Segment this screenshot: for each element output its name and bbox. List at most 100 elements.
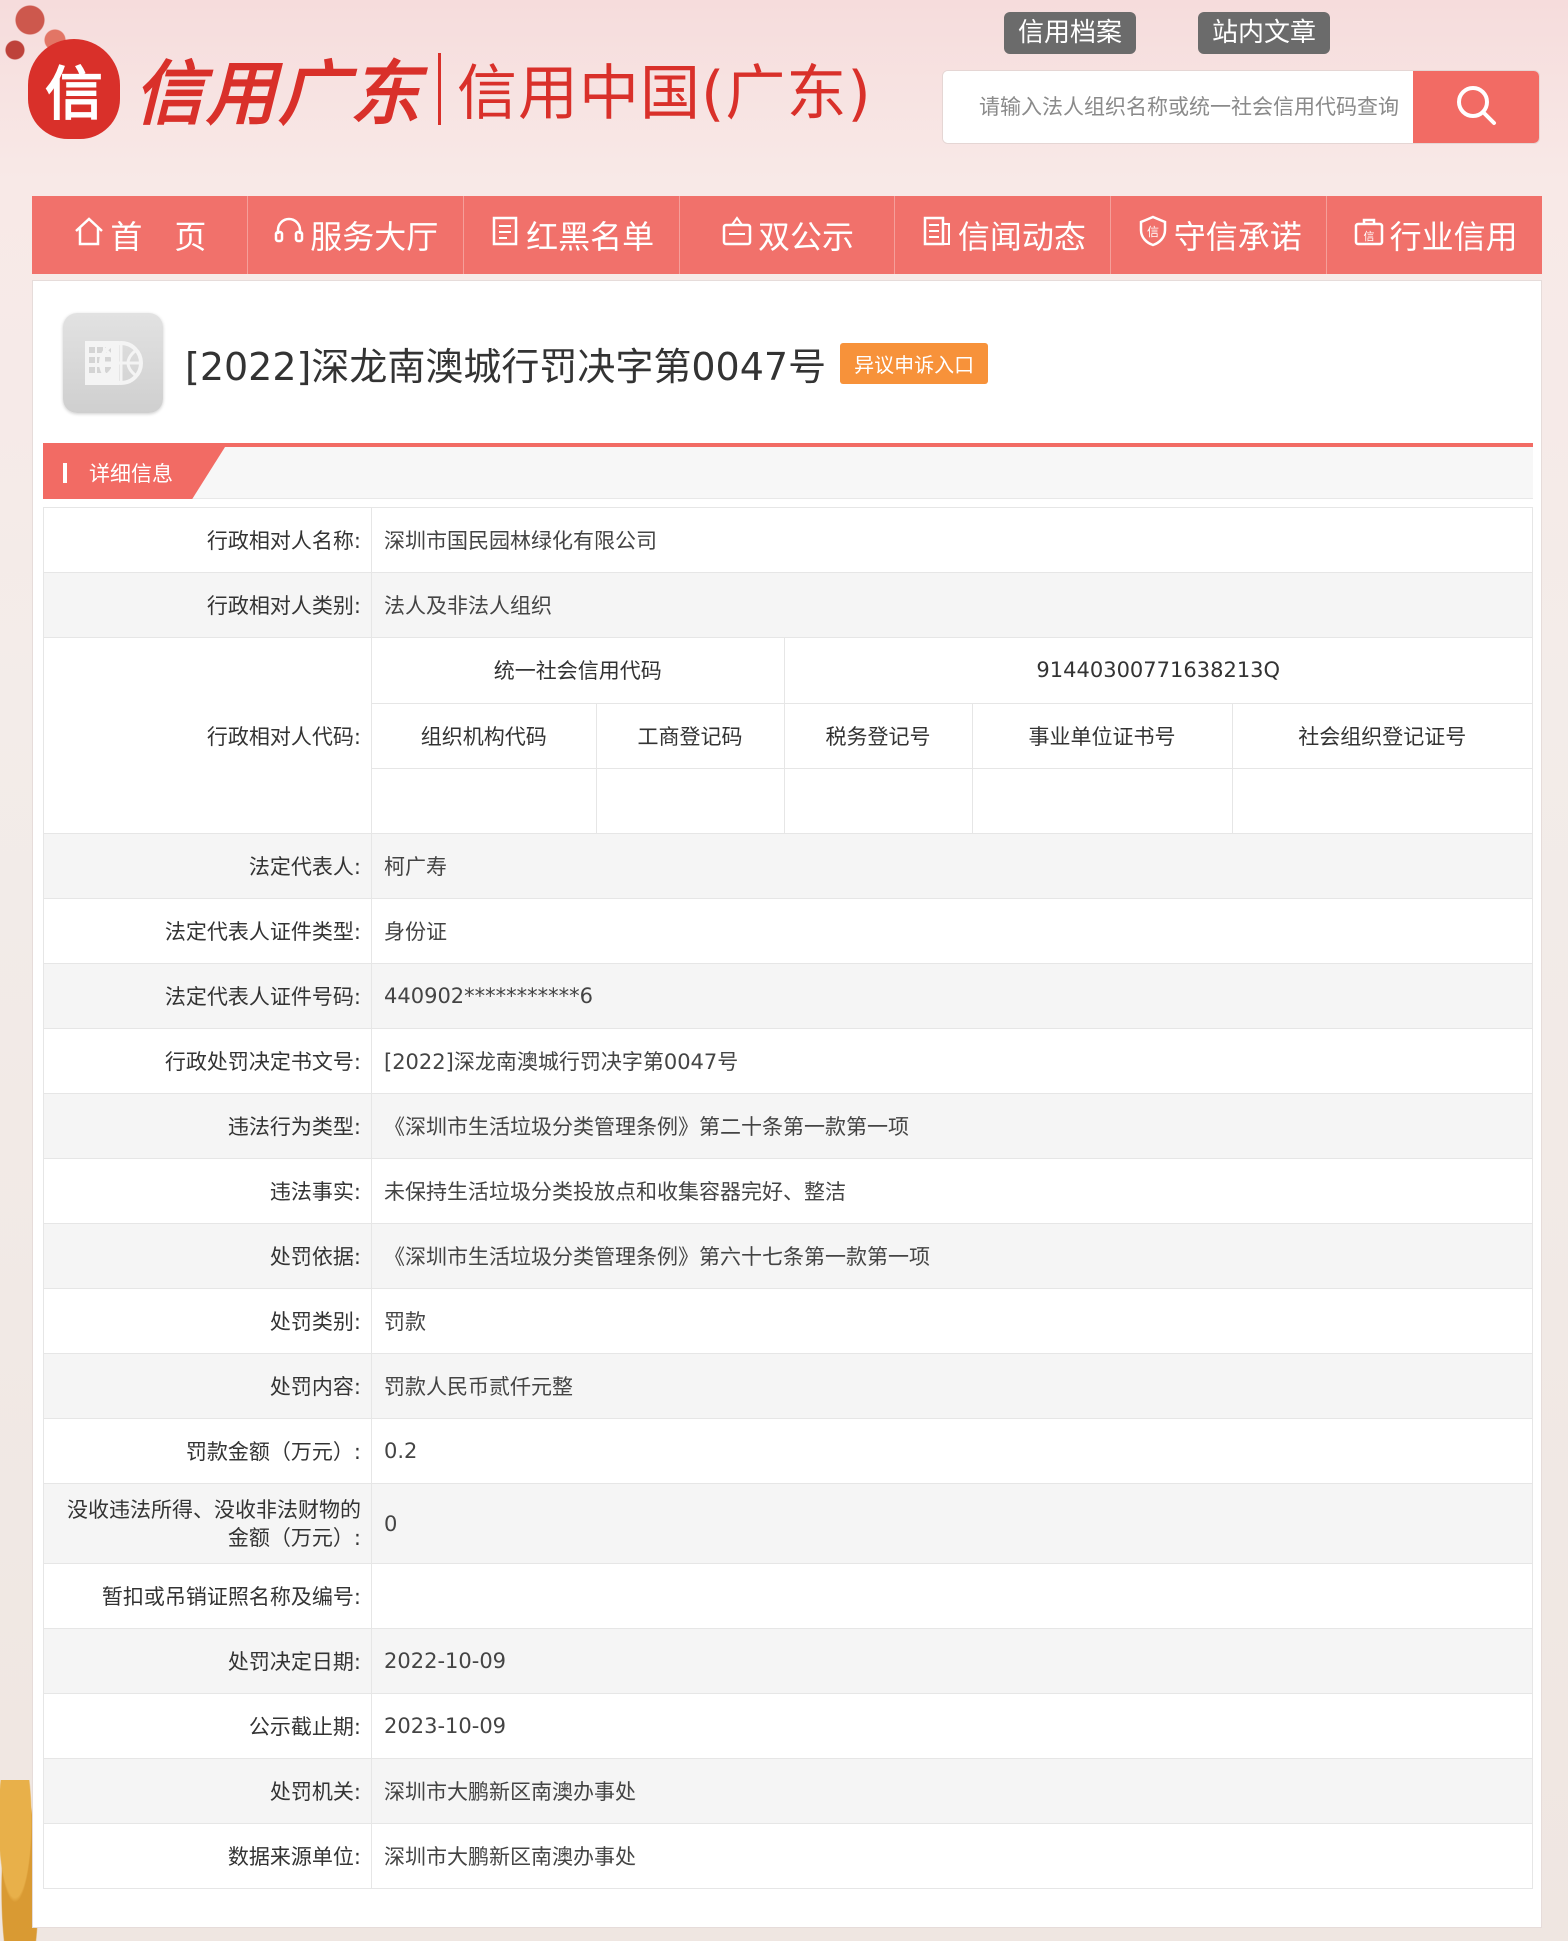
row-label: 行政相对人类别: (43, 572, 372, 638)
row-label: 处罚依据: (43, 1223, 372, 1289)
title-row: [2022]深龙南澳城行罚决字第0047号 异议申诉入口 (63, 313, 989, 413)
row-value: 《深圳市生活垃圾分类管理条例》第二十条第一款第一项 (371, 1093, 1533, 1159)
search-input[interactable] (943, 71, 1413, 143)
nav-label: 守信承诺 (1173, 218, 1302, 256)
nav-item-industry-credit[interactable]: 信 行业信用 (1327, 196, 1542, 274)
row-value: 未保持生活垃圾分类投放点和收集容器完好、整洁 (371, 1158, 1533, 1224)
row-label: 行政相对人代码: (43, 637, 372, 834)
nav-item-red-black-list[interactable]: 红黑名单 (464, 196, 680, 274)
site-header: 信 信用广东 信用中国(广东) 信用档案 站内文章 (0, 0, 1568, 195)
appeal-button[interactable]: 异议申诉入口 (840, 342, 989, 384)
svg-text:信: 信 (1147, 225, 1159, 239)
row-label: 罚款金额（万元）: (43, 1418, 372, 1484)
table-row: 处罚机关: 深圳市大鹏新区南澳办事处 (43, 1758, 1533, 1824)
codes-header: 税务登记号 (783, 702, 973, 769)
nav-label: 首 页 (110, 218, 207, 256)
table-row: 没收违法所得、没收非法财物的 金额（万元）: 0 (43, 1483, 1533, 1564)
row-value: 深圳市大鹏新区南澳办事处 (371, 1758, 1533, 1824)
top-tabs: 信用档案 站内文章 (1004, 12, 1331, 54)
table-row: 公示截止期: 2023-10-09 (43, 1693, 1533, 1759)
codes-cell: 统一社会信用代码 91440300771638213Q 组织机构代码 工商登记码… (371, 637, 1533, 834)
row-value: 0.2 (371, 1418, 1533, 1484)
table-row: 暂扣或吊销证照名称及编号: (43, 1563, 1533, 1629)
row-label: 违法行为类型: (43, 1093, 372, 1159)
nav-item-service-hall[interactable]: 服务大厅 (248, 196, 464, 274)
row-value: 身份证 (371, 898, 1533, 964)
nav-item-home[interactable]: 首 页 (32, 196, 248, 274)
nav-item-credit-commitment[interactable]: 信 守信承诺 (1111, 196, 1328, 274)
bulletin-icon (720, 214, 754, 256)
row-value: 柯广寿 (371, 833, 1533, 899)
list-icon (488, 214, 522, 256)
nav-label: 红黑名单 (526, 218, 655, 256)
table-row: 数据来源单位: 深圳市大鹏新区南澳办事处 (43, 1823, 1533, 1889)
table-row: 处罚内容: 罚款人民币贰仟元整 (43, 1353, 1533, 1419)
table-row: 法定代表人证件号码: 440902***********6 (43, 963, 1533, 1029)
row-value: [2022]深龙南澳城行罚决字第0047号 (371, 1028, 1533, 1094)
row-label: 数据来源单位: (43, 1823, 372, 1889)
tab-detail-info[interactable]: 详细信息 (43, 447, 225, 499)
row-value: 深圳市大鹏新区南澳办事处 (371, 1823, 1533, 1889)
uscc-label: 统一社会信用代码 (372, 638, 785, 704)
search-button[interactable] (1413, 71, 1539, 143)
table-row: 处罚依据: 《深圳市生活垃圾分类管理条例》第六十七条第一款第一项 (43, 1223, 1533, 1289)
table-row: 行政相对人代码: 统一社会信用代码 91440300771638213Q 组织机… (43, 637, 1533, 834)
codes-value (1231, 767, 1532, 833)
detail-table: 行政相对人名称: 深圳市国民园林绿化有限公司 行政相对人类别: 法人及非法人组织… (43, 507, 1533, 1889)
row-label: 行政相对人名称: (43, 507, 372, 573)
row-value: 法人及非法人组织 (371, 572, 1533, 638)
row-label: 暂扣或吊销证照名称及编号: (43, 1563, 372, 1629)
codes-value (595, 767, 785, 833)
row-value (371, 1563, 1533, 1629)
row-value: 2023-10-09 (371, 1693, 1533, 1759)
row-label-line: 金额（万元）: (227, 1525, 361, 1550)
row-value: 罚款人民币贰仟元整 (371, 1353, 1533, 1419)
table-row: 法定代表人证件类型: 身份证 (43, 898, 1533, 964)
shield-icon: 信 (1136, 214, 1170, 256)
codes-table: 统一社会信用代码 91440300771638213Q 组织机构代码 工商登记码… (372, 638, 1532, 833)
row-label-line: 没收违法所得、没收非法财物的 (67, 1497, 361, 1522)
tab-site-articles[interactable]: 站内文章 (1198, 12, 1331, 54)
row-label: 公示截止期: (43, 1693, 372, 1759)
row-label: 处罚内容: (43, 1353, 372, 1419)
news-icon (920, 214, 954, 256)
nav-label: 服务大厅 (310, 218, 439, 256)
nav-label: 信闻动态 (957, 218, 1086, 256)
logo-sub-text: 信用中国(广东) (457, 59, 872, 129)
row-value: 罚款 (371, 1288, 1533, 1354)
search-icon (1454, 83, 1498, 131)
row-value: 0 (371, 1483, 1533, 1564)
row-value: 440902***********6 (371, 963, 1533, 1029)
row-label: 行政处罚决定书文号: (43, 1028, 372, 1094)
table-row: 法定代表人: 柯广寿 (43, 833, 1533, 899)
row-label: 处罚机关: (43, 1758, 372, 1824)
site-logo[interactable]: 信 信用广东 信用中国(广东) (28, 38, 872, 139)
codes-value (971, 767, 1233, 833)
table-row: 违法行为类型: 《深圳市生活垃圾分类管理条例》第二十条第一款第一项 (43, 1093, 1533, 1159)
table-row: 行政相对人名称: 深圳市国民园林绿化有限公司 (43, 507, 1533, 573)
briefcase-icon: 信 (1352, 214, 1386, 256)
tab-credit-archive[interactable]: 信用档案 (1004, 12, 1137, 54)
headset-icon (272, 214, 306, 256)
nav-item-credit-news[interactable]: 信闻动态 (895, 196, 1112, 274)
table-row: 处罚决定日期: 2022-10-09 (43, 1628, 1533, 1694)
row-value: 2022-10-09 (371, 1628, 1533, 1694)
search-box (942, 70, 1540, 144)
section-marker (63, 463, 67, 483)
logo-separator (438, 52, 441, 125)
row-label: 违法事实: (43, 1158, 372, 1224)
codes-value (783, 767, 973, 833)
codes-header: 组织机构代码 (372, 702, 597, 769)
uscc-value: 91440300771638213Q (783, 638, 1532, 704)
row-label: 处罚决定日期: (43, 1628, 372, 1694)
row-label: 法定代表人证件类型: (43, 898, 372, 964)
logo-main-text: 信用广东 (134, 52, 422, 135)
main-nav: 首 页 服务大厅 红黑名单 双公示 信闻动态 信 守信承诺 信 行业信用 (32, 196, 1542, 274)
document-icon (63, 313, 163, 413)
svg-text:信: 信 (1363, 230, 1374, 243)
codes-header: 工商登记码 (595, 702, 785, 769)
nav-item-dual-publicity[interactable]: 双公示 (680, 196, 896, 274)
row-label: 法定代表人: (43, 833, 372, 899)
nav-label: 行业信用 (1389, 218, 1518, 256)
table-row: 行政处罚决定书文号: [2022]深龙南澳城行罚决字第0047号 (43, 1028, 1533, 1094)
